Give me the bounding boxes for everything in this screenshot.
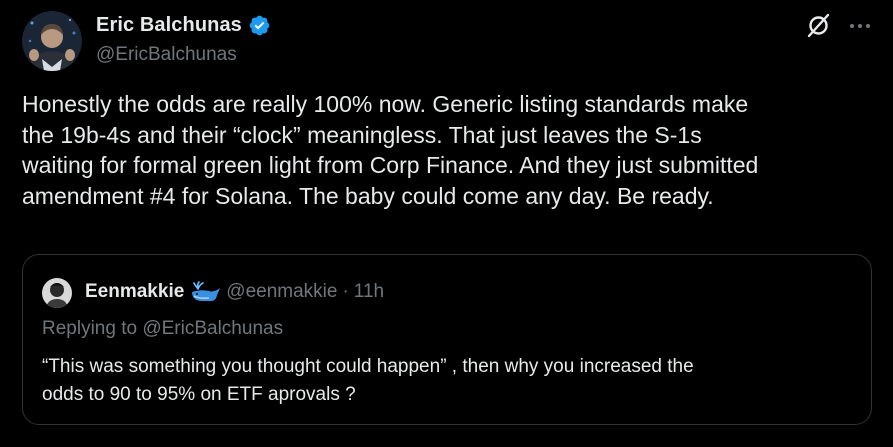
tweet-text-line: amendment #4 for Solana. The baby could …: [22, 182, 714, 209]
author-handle[interactable]: @EricBalchunas: [96, 44, 237, 66]
tweet-text: Honestly the odds are really 100% now. G…: [22, 89, 882, 211]
quoted-user-avatar-icon: [42, 278, 72, 308]
user-avatar-icon: [22, 11, 82, 71]
verified-badge-icon[interactable]: [248, 14, 271, 37]
quoted-author-handle[interactable]: @eenmakkie: [226, 281, 337, 303]
grok-icon[interactable]: [806, 13, 831, 38]
more-options-icon[interactable]: [847, 13, 873, 39]
replying-to-label: Replying to @EricBalchunas: [42, 318, 284, 339]
tweet-text-line: the 19b-4s and their “clock” meaningless…: [22, 121, 702, 148]
quoted-tweet-card[interactable]: Eenmakkie @eenmakkie · 11h Replying to @…: [22, 254, 872, 425]
quoted-text-line: odds to 90 to 95% on ETF aprovals ?: [42, 384, 356, 405]
separator-dot: ·: [342, 281, 349, 302]
tweet-text-line: waiting for formal green light from Corp…: [22, 152, 759, 179]
author-display-name[interactable]: Eric Balchunas: [96, 14, 242, 37]
quoted-text-line: “This was something you thought could ha…: [42, 356, 694, 377]
quoted-author-avatar[interactable]: [42, 278, 72, 308]
quoted-tweet-text: “This was something you thought could ha…: [42, 353, 862, 409]
quoted-author-display-name[interactable]: Eenmakkie: [85, 281, 184, 303]
tweet-text-line: Honestly the odds are really 100% now. G…: [22, 91, 749, 117]
author-avatar[interactable]: [22, 11, 82, 71]
whale-icon: [189, 280, 221, 304]
quoted-timestamp[interactable]: 11h: [354, 281, 384, 303]
